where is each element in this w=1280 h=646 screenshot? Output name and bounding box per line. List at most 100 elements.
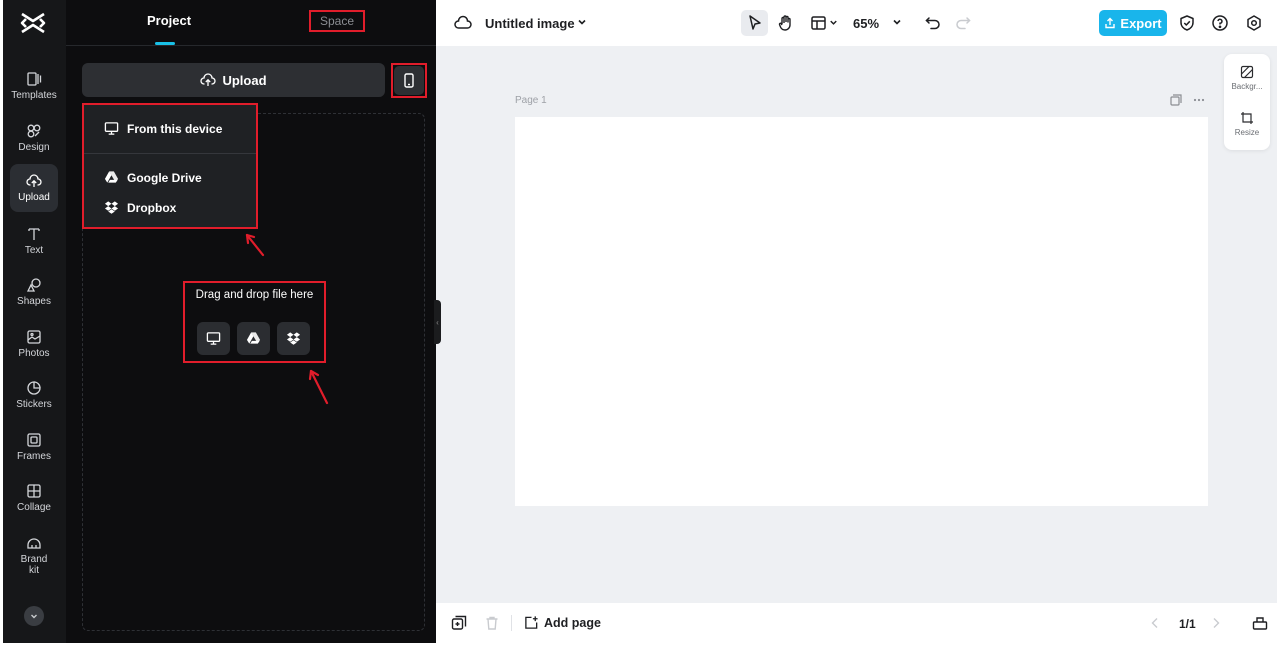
rail-item-label: Frames bbox=[17, 451, 51, 462]
rail-item-upload[interactable]: Upload bbox=[10, 164, 58, 212]
rail-item-shapes[interactable]: Shapes bbox=[10, 268, 58, 316]
undo-icon[interactable] bbox=[924, 14, 942, 32]
rail-item-frames[interactable]: Frames bbox=[10, 423, 58, 471]
upload-button-label: Upload bbox=[222, 72, 267, 88]
rail-item-label: Design bbox=[18, 142, 50, 153]
resize-icon bbox=[1241, 112, 1253, 124]
resize-tool[interactable]: Resize bbox=[1224, 111, 1270, 137]
rail-item-label: Brand kit bbox=[20, 553, 48, 576]
upload-icon bbox=[26, 174, 42, 187]
drag-drop-area[interactable]: Drag and drop file here bbox=[183, 281, 326, 363]
export-icon bbox=[1105, 17, 1116, 29]
rail-item-label: Templates bbox=[11, 90, 57, 101]
menu-divider bbox=[84, 153, 256, 154]
chevron-down-icon bbox=[31, 614, 37, 619]
upload-button[interactable]: Upload bbox=[82, 63, 385, 97]
page-counter: 1/1 bbox=[1179, 617, 1196, 631]
frames-icon bbox=[27, 433, 41, 447]
phone-icon bbox=[404, 73, 414, 88]
hand-icon[interactable] bbox=[777, 14, 795, 32]
cloud-save-icon[interactable] bbox=[454, 14, 472, 32]
toolbar-divider bbox=[511, 615, 512, 631]
app-window: Templates Design Upload Text Shapes Phot… bbox=[0, 0, 1280, 646]
capcut-logo-icon[interactable] bbox=[20, 11, 46, 35]
menu-item-google-drive[interactable]: Google Drive bbox=[104, 170, 202, 185]
rail-item-label: Shapes bbox=[17, 296, 51, 307]
templates-icon bbox=[27, 72, 42, 86]
rail-item-brand-kit[interactable]: Brand kit bbox=[10, 528, 58, 582]
add-page-icon bbox=[525, 616, 538, 629]
top-toolbar: Untitled image 65% Export bbox=[436, 0, 1277, 46]
drag-drop-text: Drag and drop file here bbox=[195, 289, 314, 301]
duplicate-page-icon[interactable] bbox=[1170, 94, 1182, 106]
shapes-icon bbox=[26, 278, 41, 292]
dropbox-icon bbox=[286, 332, 301, 345]
photos-icon bbox=[27, 330, 41, 344]
resize-tool-label: Resize bbox=[1234, 128, 1260, 137]
panel-collapse-handle[interactable]: ‹ bbox=[434, 300, 441, 344]
bottom-toolbar: Add page 1/1 bbox=[436, 603, 1277, 643]
google-drive-icon bbox=[246, 332, 261, 344]
layout-icon[interactable] bbox=[810, 14, 828, 32]
upload-panel: Project Space Upload From this device Go… bbox=[66, 0, 436, 643]
chevron-left-icon[interactable] bbox=[1147, 615, 1163, 631]
menu-item-label: Dropbox bbox=[127, 200, 177, 215]
chevron-right-icon[interactable] bbox=[1208, 615, 1224, 631]
annotation-arrow-icon bbox=[308, 369, 329, 405]
rail-item-stickers[interactable]: Stickers bbox=[10, 371, 58, 419]
background-icon bbox=[1240, 65, 1254, 79]
zoom-level[interactable]: 65% bbox=[853, 16, 879, 31]
add-page-button[interactable]: Add page bbox=[524, 615, 601, 630]
background-tool-label: Backgr... bbox=[1231, 82, 1263, 91]
chevron-down-icon[interactable] bbox=[828, 17, 839, 28]
background-tool[interactable]: Backgr... bbox=[1224, 65, 1270, 91]
duplicate-icon[interactable] bbox=[451, 615, 467, 631]
upload-from-phone-button[interactable] bbox=[391, 63, 427, 98]
rail-item-photos[interactable]: Photos bbox=[10, 320, 58, 368]
layers-icon[interactable] bbox=[1252, 615, 1268, 631]
rail-item-templates[interactable]: Templates bbox=[10, 62, 58, 110]
monitor-icon bbox=[104, 122, 119, 135]
tab-project[interactable]: Project bbox=[147, 13, 191, 28]
chevron-down-icon[interactable] bbox=[891, 16, 903, 28]
rail-item-design[interactable]: Design bbox=[10, 114, 58, 162]
stickers-icon bbox=[27, 381, 41, 395]
rail-item-text[interactable]: Text bbox=[10, 217, 58, 265]
more-options-icon[interactable] bbox=[1193, 97, 1205, 103]
menu-item-from-device[interactable]: From this device bbox=[104, 121, 222, 136]
side-toolbar: Backgr... Resize bbox=[1224, 54, 1270, 150]
drop-source-google-drive-button[interactable] bbox=[237, 322, 270, 355]
chevron-down-icon[interactable] bbox=[576, 16, 588, 28]
export-button[interactable]: Export bbox=[1099, 10, 1167, 36]
drop-source-device-button[interactable] bbox=[197, 322, 230, 355]
page-label: Page 1 bbox=[515, 95, 547, 106]
pointer-icon[interactable] bbox=[746, 14, 764, 32]
menu-item-dropbox[interactable]: Dropbox bbox=[104, 200, 176, 215]
rail-item-label: Upload bbox=[18, 192, 50, 203]
document-title[interactable]: Untitled image bbox=[485, 16, 575, 31]
settings-gear-icon[interactable] bbox=[1245, 14, 1263, 32]
redo-icon[interactable] bbox=[954, 14, 972, 32]
rail-item-label: Text bbox=[24, 245, 44, 256]
tab-space[interactable]: Space bbox=[309, 10, 366, 32]
cloud-upload-icon bbox=[200, 73, 217, 86]
trash-icon[interactable] bbox=[484, 615, 500, 631]
rail-item-label: Stickers bbox=[16, 399, 52, 410]
shield-check-icon[interactable] bbox=[1178, 14, 1196, 32]
export-button-label: Export bbox=[1120, 15, 1162, 31]
rail-item-label: Photos bbox=[18, 348, 50, 359]
editor-frame: Templates Design Upload Text Shapes Phot… bbox=[3, 0, 1277, 643]
rail-item-collage[interactable]: Collage bbox=[10, 474, 58, 522]
annotation-arrow-icon bbox=[245, 233, 265, 257]
drop-source-dropbox-button[interactable] bbox=[277, 322, 310, 355]
monitor-icon bbox=[206, 332, 221, 345]
canvas-page[interactable] bbox=[515, 117, 1208, 506]
tab-active-indicator bbox=[155, 42, 175, 45]
help-icon[interactable] bbox=[1211, 14, 1229, 32]
add-page-label: Add page bbox=[544, 615, 601, 630]
dropbox-icon bbox=[104, 201, 119, 214]
panel-tabs: Project Space bbox=[66, 0, 436, 46]
phone-button-body bbox=[394, 66, 424, 95]
collage-icon bbox=[27, 484, 41, 498]
rail-more-button[interactable] bbox=[24, 606, 44, 626]
